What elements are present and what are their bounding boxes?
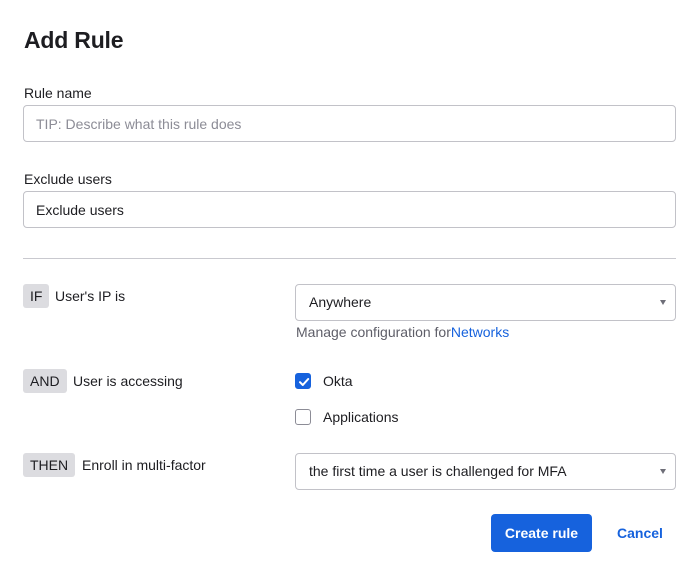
add-rule-dialog: Add Rule Rule name Exclude users IF User… (0, 0, 697, 575)
rule-name-label: Rule name (24, 85, 92, 101)
exclude-users-label: Exclude users (24, 171, 112, 187)
networks-helper: Manage configuration forNetworks (296, 324, 509, 340)
if-tag: IF (23, 284, 50, 308)
create-rule-button[interactable]: Create rule (491, 514, 592, 552)
ip-location-select[interactable]: Anywhere (295, 284, 676, 321)
helper-text: Manage configuration for (296, 324, 451, 340)
exclude-users-input[interactable] (23, 191, 676, 228)
caret-down-icon (660, 469, 666, 474)
section-divider (23, 258, 676, 259)
networks-link[interactable]: Networks (451, 324, 509, 340)
caret-down-icon (660, 300, 666, 305)
then-condition-label: Enroll in multi-factor (82, 457, 206, 473)
cancel-button[interactable]: Cancel (606, 514, 674, 552)
rule-name-input[interactable] (23, 105, 676, 142)
then-tag: THEN (23, 453, 76, 477)
and-tag: AND (23, 369, 67, 393)
dialog-title: Add Rule (24, 27, 124, 53)
okta-checkbox-label[interactable]: Okta (323, 373, 353, 389)
checkmark-icon (299, 378, 310, 386)
okta-checkbox[interactable] (295, 373, 311, 389)
mfa-enroll-selected: the first time a user is challenged for … (309, 463, 567, 479)
applications-checkbox-label[interactable]: Applications (323, 409, 399, 425)
and-condition-label: User is accessing (73, 373, 183, 389)
applications-checkbox[interactable] (295, 409, 311, 425)
ip-location-selected: Anywhere (309, 294, 372, 310)
if-condition-label: User's IP is (55, 288, 126, 304)
mfa-enroll-select[interactable]: the first time a user is challenged for … (295, 453, 676, 490)
